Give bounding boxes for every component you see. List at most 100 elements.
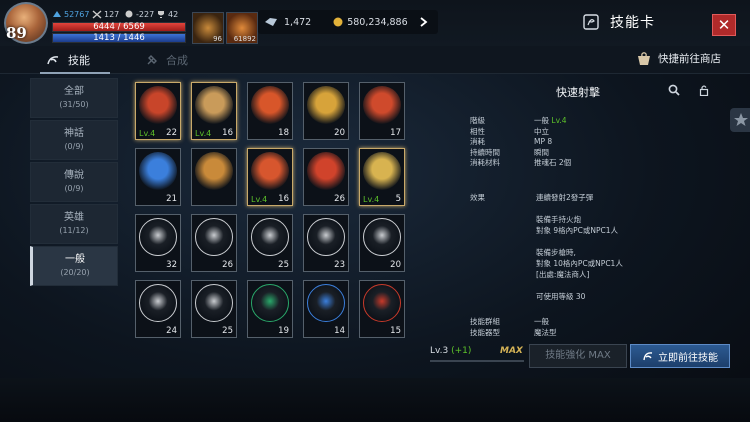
skill-card[interactable]: 25 <box>247 214 293 272</box>
card-count: 22 <box>166 128 177 138</box>
attr-row: 階級 一般 Lv.4 <box>470 116 567 125</box>
shop-bag-icon <box>638 51 650 65</box>
skill-card[interactable]: Lv.4 16 <box>247 148 293 206</box>
skill-card[interactable]: Lv.4 5 <box>359 148 405 206</box>
category-all[interactable]: 全部 (31/50) <box>30 78 118 118</box>
card-count: 26 <box>334 194 345 204</box>
skill-card[interactable]: 15 <box>359 280 405 338</box>
card-count: 26 <box>222 260 233 270</box>
skill-card[interactable]: Lv.4 22 <box>135 82 181 140</box>
tab-skill[interactable]: 技能 <box>46 52 90 68</box>
search-icon[interactable] <box>668 84 680 96</box>
skill-card[interactable]: 32 <box>135 214 181 272</box>
card-count: 23 <box>334 260 345 270</box>
skill-card[interactable]: 25 <box>191 280 237 338</box>
card-count: 17 <box>390 128 401 138</box>
top-status-bar: 89 52767 127 -227 42 6444 / 6569 1413 / … <box>0 0 750 46</box>
panel-actions <box>668 84 710 96</box>
skill-attributes: 階級 一般 Lv.4 相性 中立 消耗 MP 8 持續時間 瞬間 消耗材料 推魂石 2個 <box>470 116 571 169</box>
attack-stat: 127 <box>92 10 119 19</box>
upgrade-skill-button[interactable]: 技能強化 MAX <box>529 344 627 368</box>
bottom-strip <box>0 378 750 422</box>
attr-row: 消耗材料 推魂石 2個 <box>470 158 572 167</box>
page-header: 技能卡 <box>582 12 655 32</box>
card-count: 18 <box>278 128 289 138</box>
card-count: 14 <box>334 326 345 336</box>
skill-card-icon <box>583 14 599 30</box>
skill-card[interactable]: Lv.4 16 <box>191 82 237 140</box>
skill-card-grid: Lv.4 22 Lv.4 16 18 20 17 21 Lv.4 16 26 Lv.4 5 32 26 25 2… <box>135 82 405 338</box>
close-button[interactable]: ✕ <box>712 14 736 36</box>
skill-card[interactable]: 14 <box>303 280 349 338</box>
skill-group-info: 技能群組 一般 技能器型 魔法型 <box>470 317 557 337</box>
skill-card[interactable]: 26 <box>191 214 237 272</box>
lightning-icon <box>195 218 233 256</box>
level-progress-line <box>430 360 524 362</box>
gold-coin-icon <box>333 17 343 27</box>
card-count: 16 <box>278 194 289 204</box>
tab-bar: 技能 合成 快捷前往商店 <box>0 46 750 74</box>
skill-card[interactable]: 18 <box>247 82 293 140</box>
category-normal[interactable]: 一般 (20/20) <box>30 246 118 286</box>
skill-card[interactable] <box>191 148 237 206</box>
skill-card[interactable]: 20 <box>359 214 405 272</box>
arc-arrow-icon <box>251 218 289 256</box>
crystal-icon <box>265 18 277 26</box>
skill-swirl-icon <box>643 352 653 361</box>
item-slot[interactable]: 61892 <box>226 12 258 44</box>
cannon-icon <box>139 86 177 124</box>
card-count: 24 <box>166 326 177 336</box>
card-count: 20 <box>390 260 401 270</box>
card-count: 15 <box>390 326 401 336</box>
chevron-right-icon[interactable] <box>420 17 428 27</box>
card-level: Lv.4 <box>363 195 380 204</box>
page-title: 技能卡 <box>610 15 655 31</box>
eye-icon <box>139 284 177 322</box>
category-legend[interactable]: 傳說 (0/9) <box>30 162 118 202</box>
power-up-icon <box>363 86 401 124</box>
trophy-stat: 42 <box>156 10 178 19</box>
card-count: 19 <box>278 326 289 336</box>
category-myth[interactable]: 神話 (0/9) <box>30 120 118 160</box>
skill-level-indicator: Lv.3 (+1) MAX <box>430 346 523 356</box>
skill-card[interactable]: 17 <box>359 82 405 140</box>
card-count: 25 <box>222 326 233 336</box>
skill-card[interactable]: 26 <box>303 148 349 206</box>
potion-slot[interactable]: 96 <box>192 12 224 44</box>
skill-card[interactable]: 23 <box>303 214 349 272</box>
goto-shop-link[interactable]: 快捷前往商店 <box>636 51 721 66</box>
hammer-icon <box>147 55 157 65</box>
category-hero[interactable]: 英雄 (11/12) <box>30 204 118 244</box>
card-count: 5 <box>395 194 401 204</box>
skill-card[interactable]: 20 <box>303 82 349 140</box>
card-count: 25 <box>278 260 289 270</box>
skill-card[interactable]: 21 <box>135 148 181 206</box>
burst-icon <box>307 218 345 256</box>
sword-icon <box>251 284 289 322</box>
category-list: 全部 (31/50) 神話 (0/9) 傳說 (0/9) 英雄 (11/12) 一般 (2… <box>30 78 122 288</box>
skill-card[interactable]: 24 <box>135 280 181 338</box>
attr-row: 持續時間 瞬間 <box>470 147 549 157</box>
card-level: Lv.4 <box>251 195 268 204</box>
star-book-icon <box>363 284 401 322</box>
armor-icon <box>195 152 233 190</box>
card-count: 32 <box>166 260 177 270</box>
skill-card[interactable]: 19 <box>247 280 293 338</box>
speed-up-icon <box>307 152 345 190</box>
lock-icon[interactable] <box>698 84 710 96</box>
goto-skill-button[interactable]: 立即前往技能 <box>630 344 730 368</box>
skill-swirl-icon <box>47 56 59 65</box>
effect-lines: 連續發射2發子彈 裝備手持火炮 對象 9格內PC或NPC1人 裝備步槍時, 對象… <box>536 193 623 301</box>
shield-swirl-icon <box>195 86 233 124</box>
explosion-icon <box>251 86 289 124</box>
defense-stat: -227 <box>124 10 154 19</box>
card-level: Lv.4 <box>139 129 156 138</box>
currency-bar: 1,472 580,234,886 <box>258 10 438 34</box>
tab-compose[interactable]: 合成 <box>146 52 188 68</box>
armor-ring-icon <box>251 152 289 190</box>
active-tab-indicator <box>40 72 110 74</box>
skull-icon <box>125 10 133 18</box>
trophy-icon <box>158 11 164 18</box>
card-count: 21 <box>166 194 177 204</box>
attr-row: 消耗 MP 8 <box>470 137 553 146</box>
